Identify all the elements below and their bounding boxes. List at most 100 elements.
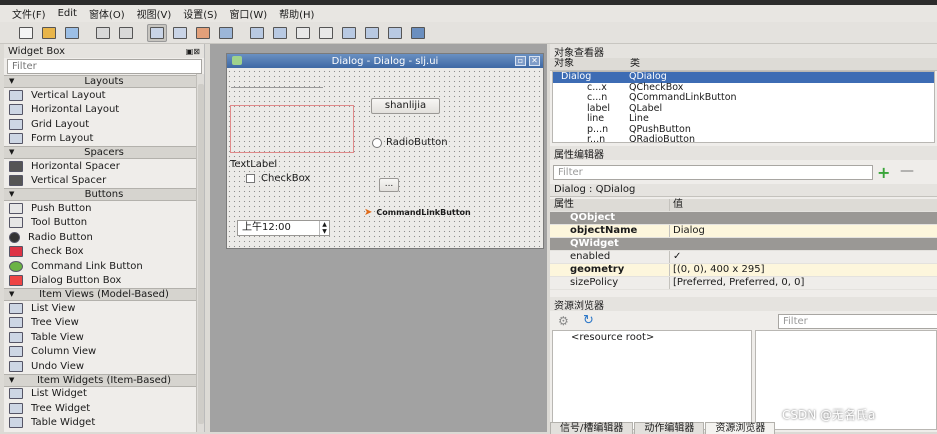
- tree-row[interactable]: label QLabel: [553, 103, 934, 115]
- widget-check-box[interactable]: Check Box: [4, 245, 204, 260]
- tree-row[interactable]: c...n QCommandLinkButton: [553, 93, 934, 104]
- widget-tool-button[interactable]: Tool Button: [4, 216, 204, 231]
- widget-dialog-button-box[interactable]: Dialog Button Box: [4, 274, 204, 289]
- text-label-widget[interactable]: TextLabel: [230, 159, 277, 170]
- new-file-icon[interactable]: [16, 24, 36, 42]
- widget-form-layout[interactable]: Form Layout: [4, 132, 204, 147]
- widget-list-widget[interactable]: List Widget: [4, 387, 204, 402]
- tab-signal-slot-editor[interactable]: 信号/槽编辑器: [550, 422, 634, 434]
- time-edit-widget[interactable]: 上午12:00 ▲ ▼: [237, 220, 330, 236]
- dialog-title-bar[interactable]: Dialog - Dialog - slj.ui ▫ ✕: [227, 54, 543, 68]
- bottom-tabs: 信号/槽编辑器 动作编辑器 资源浏览器: [550, 422, 937, 434]
- tool-button-widget[interactable]: ...: [379, 178, 399, 192]
- frame-widget[interactable]: [230, 105, 354, 153]
- resource-tree[interactable]: <resource root>: [552, 330, 752, 430]
- resource-root-item[interactable]: <resource root>: [553, 331, 751, 344]
- edit-tab-order-icon[interactable]: [216, 24, 236, 42]
- lay-out-form-icon[interactable]: [339, 24, 359, 42]
- lay-out-horizontally-icon[interactable]: [247, 24, 267, 42]
- widget-horizontal-spacer[interactable]: Horizontal Spacer: [4, 159, 204, 174]
- menu-edit[interactable]: Edit: [52, 8, 83, 19]
- widget-filter-input[interactable]: [7, 59, 202, 74]
- property-filter-input[interactable]: Filter: [553, 165, 873, 180]
- menu-form[interactable]: 窗体(O): [83, 6, 131, 21]
- widget-tree-widget[interactable]: Tree Widget: [4, 401, 204, 416]
- category-item-widgets[interactable]: ▼ Item Widgets (Item-Based): [4, 373, 204, 387]
- property-row-geometry[interactable]: geometry [(0, 0), 400 x 295]: [550, 264, 937, 277]
- property-row-enabled[interactable]: enabled ✓: [550, 251, 937, 264]
- property-row-objectname[interactable]: objectName Dialog: [550, 225, 937, 238]
- widget-push-button[interactable]: Push Button: [4, 201, 204, 216]
- widget-horizontal-layout[interactable]: Horizontal Layout: [4, 103, 204, 118]
- radio-button-widget[interactable]: RadioButton: [372, 137, 448, 148]
- edit-buddies-icon[interactable]: [193, 24, 213, 42]
- category-item-views[interactable]: ▼ Item Views (Model-Based): [4, 288, 204, 301]
- check-box-widget[interactable]: CheckBox: [246, 173, 310, 184]
- category-layouts[interactable]: ▼ Layouts: [4, 75, 204, 88]
- property-group-qobject[interactable]: QObject: [550, 212, 937, 225]
- property-row-sizepolicy[interactable]: sizePolicy [Preferred, Preferred, 0, 0]: [550, 277, 937, 290]
- adjust-size-icon[interactable]: [408, 24, 428, 42]
- category-buttons[interactable]: ▼ Buttons: [4, 188, 204, 201]
- widget-table-view[interactable]: Table View: [4, 330, 204, 345]
- push-button-shanlijia[interactable]: shanlijia: [371, 98, 440, 114]
- widget-box-scrollbar[interactable]: [196, 74, 204, 432]
- widget-table-widget[interactable]: Table Widget: [4, 416, 204, 431]
- widget-grid-layout[interactable]: Grid Layout: [4, 117, 204, 132]
- lay-out-vertical-splitter-icon[interactable]: [316, 24, 336, 42]
- menu-file[interactable]: 文件(F): [6, 6, 52, 21]
- collapse-arrow-icon: ▼: [9, 77, 15, 85]
- property-object-line: Dialog : QDialog: [550, 184, 937, 197]
- reload-icon[interactable]: ↻: [583, 313, 594, 328]
- widget-undo-view[interactable]: Undo View: [4, 359, 204, 374]
- widget-list-view[interactable]: List View: [4, 301, 204, 316]
- tree-row[interactable]: r...n QRadioButton: [553, 135, 934, 142]
- horizontal-spacer-icon: [9, 160, 23, 172]
- property-group-qwidget[interactable]: QWidget: [550, 238, 937, 251]
- tree-row[interactable]: line Line: [553, 114, 934, 125]
- send-to-back-icon[interactable]: [93, 24, 113, 42]
- widget-vertical-spacer[interactable]: Vertical Spacer: [4, 174, 204, 189]
- open-file-icon[interactable]: [39, 24, 59, 42]
- edit-widgets-icon[interactable]: [147, 23, 167, 42]
- add-property-icon[interactable]: +: [877, 163, 890, 182]
- tree-row-dialog[interactable]: Dialog QDialog: [553, 72, 934, 83]
- spin-arrows-icon[interactable]: ▲ ▼: [319, 221, 329, 235]
- panel-float-close-icon[interactable]: ▣⊠: [186, 47, 200, 56]
- property-table[interactable]: 属性值 QObject objectName Dialog QWidget ena…: [550, 199, 937, 290]
- property-editor-title: 属性编辑器: [550, 146, 937, 161]
- widget-column-view[interactable]: Column View: [4, 345, 204, 360]
- minimize-icon[interactable]: ▫: [515, 56, 526, 66]
- remove-property-icon[interactable]: —: [900, 163, 914, 179]
- tree-row[interactable]: c...x QCheckBox: [553, 82, 934, 94]
- resource-filter-input[interactable]: Filter: [778, 314, 937, 329]
- widget-radio-button[interactable]: Radio Button: [4, 230, 204, 245]
- menu-help[interactable]: 帮助(H): [273, 6, 320, 21]
- menu-settings[interactable]: 设置(S): [177, 6, 223, 21]
- tab-action-editor[interactable]: 动作编辑器: [634, 422, 705, 434]
- scrollbar-thumb[interactable]: [198, 84, 204, 424]
- lay-out-grid-icon[interactable]: [362, 24, 382, 42]
- break-layout-icon[interactable]: [385, 24, 405, 42]
- widget-tree-view[interactable]: Tree View: [4, 316, 204, 331]
- menu-view[interactable]: 视图(V): [131, 6, 178, 21]
- category-spacers[interactable]: ▼ Spacers: [4, 146, 204, 159]
- bring-to-front-icon[interactable]: [116, 24, 136, 42]
- save-file-icon[interactable]: [62, 24, 82, 42]
- object-inspector-header: 对象 类: [550, 58, 937, 71]
- object-tree[interactable]: Dialog QDialog c...x QCheckBox c...n QComma…: [552, 71, 935, 143]
- tree-row[interactable]: p...n QPushButton: [553, 124, 934, 136]
- edit-resources-icon[interactable]: ⚙: [558, 314, 569, 328]
- widget-command-link-button[interactable]: Command Link Button: [4, 259, 204, 274]
- lay-out-vertically-icon[interactable]: [270, 24, 290, 42]
- list-widget-icon: [9, 388, 23, 400]
- close-icon[interactable]: ✕: [529, 56, 540, 66]
- tab-resource-browser[interactable]: 资源浏览器: [705, 422, 776, 434]
- command-link-button-widget[interactable]: ➤ CommandLinkButton: [364, 207, 471, 218]
- edit-signals-slots-icon[interactable]: [170, 24, 190, 42]
- widget-vertical-layout[interactable]: Vertical Layout: [4, 88, 204, 103]
- menu-window[interactable]: 窗口(W): [223, 6, 273, 21]
- line-widget[interactable]: [231, 87, 323, 88]
- lay-out-horizontal-splitter-icon[interactable]: [293, 24, 313, 42]
- form-dialog-window[interactable]: Dialog - Dialog - slj.ui ▫ ✕ shanlijia R…: [226, 53, 544, 249]
